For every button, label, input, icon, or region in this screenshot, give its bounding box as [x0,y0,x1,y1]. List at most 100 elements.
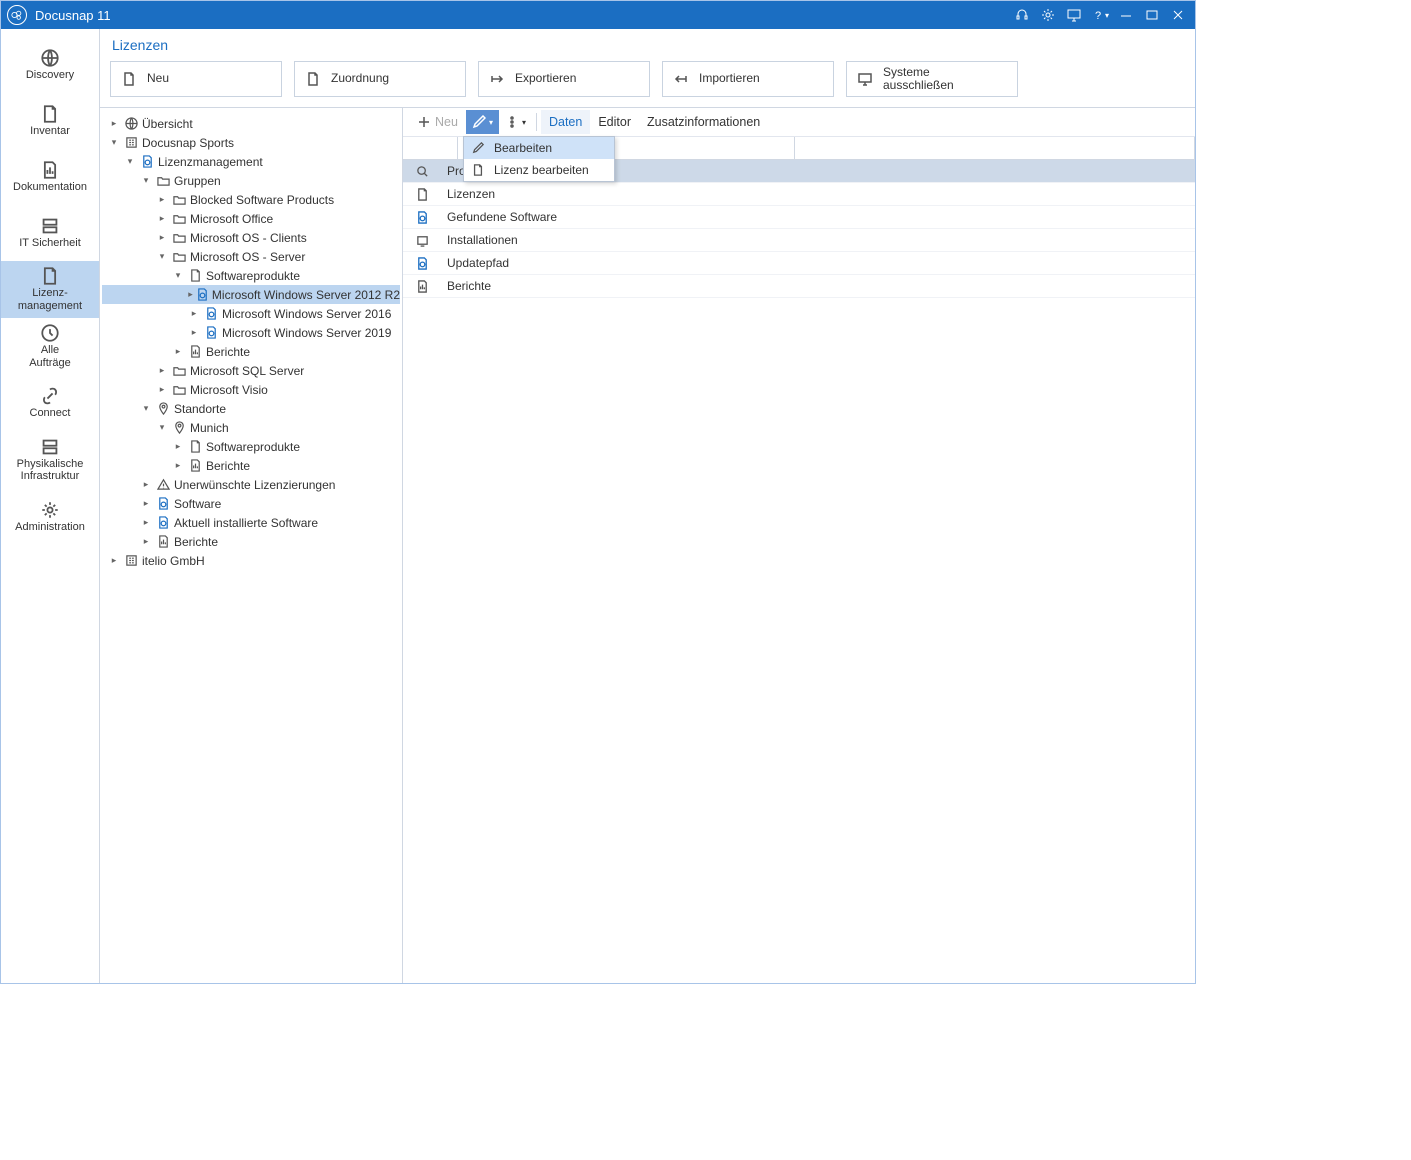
tree-node[interactable]: ▸Microsoft Office [102,209,400,228]
sidebar-item-admin[interactable]: Administration [1,489,99,545]
toolbar-import-button[interactable]: Importieren [662,61,834,97]
detail-row[interactable]: Installationen [403,229,1195,252]
admin-icon [41,501,59,519]
expand-toggle[interactable]: ▾ [124,156,136,167]
tree-node[interactable]: ▾Docusnap Sports [102,133,400,152]
expand-toggle[interactable]: ▾ [108,137,120,148]
expand-toggle[interactable]: ▸ [140,536,152,547]
tree-node[interactable]: ▸Microsoft OS - Clients [102,228,400,247]
toolbar-zuordnung-button[interactable]: Zuordnung [294,61,466,97]
tree-node[interactable]: ▸Microsoft SQL Server [102,361,400,380]
expand-toggle[interactable]: ▸ [108,118,120,129]
warn-icon [155,478,171,492]
detail-row[interactable]: Lizenzen [403,183,1195,206]
close-button[interactable] [1167,4,1189,26]
sidebar-item-dokumentation[interactable]: Dokumentation [1,149,99,205]
tree-node[interactable]: ▾Lizenzmanagement [102,152,400,171]
tree-node[interactable]: ▸Microsoft Windows Server 2016 [102,304,400,323]
tree-node[interactable]: ▾Gruppen [102,171,400,190]
folder-icon [171,212,187,226]
license-icon [203,307,219,321]
sidebar-item-itsicherheit[interactable]: IT Sicherheit [1,205,99,261]
tree-node-label: itelio GmbH [142,554,205,568]
tree-node[interactable]: ▾Munich [102,418,400,437]
expand-toggle[interactable]: ▸ [156,194,168,205]
menu-item[interactable]: Lizenz bearbeiten [464,159,614,181]
lizenz-icon [41,267,59,285]
detail-tab-daten[interactable]: Daten [541,110,590,134]
tree-node[interactable]: ▸Berichte [102,532,400,551]
license-icon [155,497,171,511]
pin-icon [155,402,171,416]
dokumentation-icon [41,161,59,179]
expand-toggle[interactable]: ▸ [188,289,193,300]
expand-toggle[interactable]: ▸ [156,365,168,376]
detail-tab-editor[interactable]: Editor [590,110,639,134]
nav-sidebar: DiscoveryInventarDokumentationIT Sicherh… [1,29,100,983]
expand-toggle[interactable]: ▸ [140,517,152,528]
nav-tree: ▸Übersicht▾Docusnap Sports▾Lizenzmanagem… [100,108,403,983]
tree-node[interactable]: ▸Übersicht [102,114,400,133]
building-icon [123,136,139,150]
expand-toggle[interactable]: ▾ [156,251,168,262]
detail-row-label: Lizenzen [441,187,495,201]
expand-toggle[interactable]: ▸ [172,441,184,452]
sidebar-item-inventar[interactable]: Inventar [1,93,99,149]
tree-node[interactable]: ▾Microsoft OS - Server [102,247,400,266]
tree-node[interactable]: ▸Softwareprodukte [102,437,400,456]
expand-toggle[interactable]: ▸ [156,213,168,224]
detail-tab-zusatzinformationen[interactable]: Zusatzinformationen [639,110,768,134]
license-icon [403,211,441,224]
tree-node[interactable]: ▾Softwareprodukte [102,266,400,285]
tree-node[interactable]: ▸Microsoft Windows Server 2012 R2 [102,285,400,304]
tree-node[interactable]: ▸Software [102,494,400,513]
toolbar-ausschl-button[interactable]: Systemeausschließen [846,61,1018,97]
support-icon[interactable] [1011,4,1033,26]
tree-node[interactable]: ▸Microsoft Windows Server 2019 [102,323,400,342]
ausschl-icon [857,71,873,87]
expand-toggle[interactable]: ▸ [108,555,120,566]
detail-more-button[interactable]: ▾ [499,110,532,134]
expand-toggle[interactable]: ▸ [172,346,184,357]
help-icon[interactable]: ?▾ [1089,4,1111,26]
detail-row[interactable]: Updatepfad [403,252,1195,275]
expand-toggle[interactable]: ▸ [156,384,168,395]
expand-toggle[interactable]: ▸ [140,498,152,509]
tree-node-label: Berichte [206,345,250,359]
discovery-icon [41,49,59,67]
minimize-button[interactable] [1115,4,1137,26]
tree-node[interactable]: ▸Unerwünschte Lizenzierungen [102,475,400,494]
expand-toggle[interactable]: ▸ [156,232,168,243]
sidebar-item-connect[interactable]: Connect [1,376,99,432]
device-icon[interactable] [1063,4,1085,26]
tree-node[interactable]: ▸ Berichte [102,342,400,361]
sidebar-item-lizenz[interactable]: Lizenz-management [1,261,99,318]
tree-node[interactable]: ▸Berichte [102,456,400,475]
expand-toggle[interactable]: ▸ [188,308,200,319]
expand-toggle[interactable]: ▸ [172,460,184,471]
tree-node[interactable]: ▸Blocked Software Products [102,190,400,209]
toolbar-neu-button[interactable]: Neu [110,61,282,97]
sidebar-item-physinfra[interactable]: PhysikalischeInfrastruktur [1,432,99,489]
app-title: Docusnap 11 [35,8,111,23]
tree-node[interactable]: ▸Microsoft Visio [102,380,400,399]
toolbar-export-button[interactable]: Exportieren [478,61,650,97]
settings-icon[interactable] [1037,4,1059,26]
tree-node[interactable]: ▾Standorte [102,399,400,418]
sidebar-item-auftraege[interactable]: AlleAufträge [1,318,99,375]
expand-toggle[interactable]: ▸ [188,327,200,338]
detail-row[interactable]: Gefundene Software [403,206,1195,229]
expand-toggle[interactable]: ▾ [140,175,152,186]
expand-toggle[interactable]: ▾ [172,270,184,281]
maximize-button[interactable] [1141,4,1163,26]
expand-toggle[interactable]: ▾ [140,403,152,414]
edit-dropdown-menu: BearbeitenLizenz bearbeiten [463,136,615,182]
tree-node[interactable]: ▸Aktuell installierte Software [102,513,400,532]
detail-edit-button[interactable]: ▾ [466,110,499,134]
expand-toggle[interactable]: ▸ [140,479,152,490]
tree-node[interactable]: ▸ itelio GmbH [102,551,400,570]
detail-row[interactable]: Berichte [403,275,1195,298]
expand-toggle[interactable]: ▾ [156,422,168,433]
menu-item[interactable]: Bearbeiten [464,137,614,159]
sidebar-item-discovery[interactable]: Discovery [1,37,99,93]
